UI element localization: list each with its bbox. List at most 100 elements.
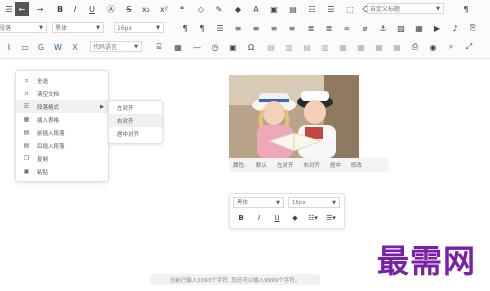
video-icon[interactable]: ▶	[431, 22, 443, 34]
eraser-icon[interactable]: ◇	[195, 3, 207, 15]
children-reading-photo	[229, 75, 359, 158]
print-icon[interactable]: ⎙	[409, 41, 421, 53]
horizontal-rule-icon[interactable]: —	[191, 41, 203, 53]
italic-icon[interactable]: I	[254, 212, 264, 223]
date-icon[interactable]: ▣	[227, 41, 239, 53]
directionality-rtl-icon[interactable]: ¶	[196, 22, 208, 34]
justify-full-icon[interactable]: ≡	[286, 22, 298, 34]
table-icon[interactable]: ▦	[172, 41, 184, 53]
word-icon[interactable]: W	[52, 41, 64, 53]
multi-image-icon[interactable]: ▦	[413, 22, 425, 34]
menu-item-clear-doc[interactable]: ▫ 清空文档	[16, 87, 108, 100]
code-icon[interactable]: ⌸	[153, 41, 165, 53]
text-color-icon[interactable]: A	[250, 3, 262, 15]
floating-font-select[interactable]: 黑体 ▼	[233, 197, 284, 208]
image-attr-default[interactable]: 默认	[256, 161, 267, 169]
font-family-select[interactable]: 黑体 ▼	[52, 22, 104, 33]
attachment-icon[interactable]: ⎘	[467, 22, 479, 34]
auto-type-icon[interactable]: ▤	[287, 3, 299, 15]
underline-icon[interactable]: U	[86, 3, 98, 15]
menu-item-insert-after[interactable]: ▤ 后插入段落	[16, 139, 108, 152]
uppercase-icon[interactable]: ≣	[323, 22, 335, 34]
lowercase-icon[interactable]: ≣	[305, 22, 317, 34]
delete-col-icon[interactable]: ▥	[319, 41, 331, 53]
submenu-item-align-center[interactable]: 居中对齐	[109, 127, 162, 140]
submenu-item-align-right[interactable]: 右对齐	[109, 114, 162, 127]
merge-cells-icon[interactable]: ▦	[337, 41, 349, 53]
insert-row-icon[interactable]: ▤	[265, 41, 277, 53]
paint-icon[interactable]: ◆	[290, 212, 300, 223]
preview-icon[interactable]: ◉	[427, 41, 439, 53]
paint-icon[interactable]: ◆	[232, 3, 244, 15]
ordered-list-icon[interactable]: ☷	[306, 3, 318, 15]
format-match-icon[interactable]: ✎	[213, 3, 225, 15]
submenu-item-align-left[interactable]: 左对齐	[109, 101, 162, 114]
subscript-icon[interactable]: x₂	[140, 3, 152, 15]
redo-icon[interactable]: →	[34, 3, 46, 15]
insert-col-icon[interactable]: ▥	[283, 41, 295, 53]
ordered-list-icon[interactable]: ☷▾	[306, 212, 320, 223]
menu-item-insert-table[interactable]: ▦ 插入表格	[16, 113, 108, 126]
image-icon[interactable]: ▨	[395, 22, 407, 34]
image-attr-left[interactable]: 左对齐	[277, 161, 294, 169]
menu-item-copy[interactable]: ❐ 复制	[16, 152, 108, 165]
excel-x-icon[interactable]: X	[69, 41, 81, 53]
justify-center-icon[interactable]: ≡	[250, 22, 262, 34]
anchor-icon[interactable]: ⚓	[377, 22, 389, 34]
clear-doc-icon: ▫	[24, 90, 29, 97]
quote-icon[interactable]: ❝	[176, 3, 188, 15]
superscript-icon[interactable]: x²	[158, 3, 170, 15]
paragraph-icon[interactable]: ¶	[460, 3, 472, 15]
justify-left-icon[interactable]: ≡	[232, 22, 244, 34]
custom-title-select[interactable]: 自定义标题 ▼	[367, 3, 444, 14]
menu-item-paragraph-format[interactable]: ☰ 段落格式 ▶	[16, 100, 108, 113]
image-attr-center[interactable]: 居中	[330, 161, 341, 169]
char-icon[interactable]: Ω	[245, 41, 257, 53]
excel-icon[interactable]: G	[35, 41, 47, 53]
split-rows-icon[interactable]: ▦	[373, 41, 385, 53]
watermark-logo: 最需网	[377, 242, 477, 280]
italic-icon[interactable]: I	[69, 3, 81, 15]
image-attr-edit[interactable]: 修改	[351, 161, 362, 169]
menu-item-select-all[interactable]: ▫ 全选	[16, 74, 108, 87]
menu-item-insert-before[interactable]: ▤ 前插入段落	[16, 126, 108, 139]
underline-icon[interactable]: U	[272, 212, 282, 223]
strikethrough-icon[interactable]: S	[123, 3, 135, 15]
source-icon[interactable]: ☰	[3, 3, 15, 15]
bg-color-icon[interactable]: ▣	[268, 3, 280, 15]
floating-size-select[interactable]: 16px ▼	[288, 197, 340, 208]
unordered-list-icon[interactable]: ☰▾	[324, 212, 338, 223]
justify-right-icon[interactable]: ≡	[268, 22, 280, 34]
select-all-icon: ▫	[24, 77, 29, 84]
file-icon[interactable]: ▭	[19, 41, 31, 53]
unlink-icon[interactable]: ⌀	[359, 22, 371, 34]
link-icon[interactable]: ∞	[341, 22, 353, 34]
split-cells-icon[interactable]: ▦	[355, 41, 367, 53]
bold-icon[interactable]: B	[54, 3, 66, 15]
font-border-icon[interactable]: Ⓐ	[105, 3, 117, 15]
word-count-status: 当前已输入1093个字符, 您还可以输入9999个字符。	[150, 274, 320, 285]
split-cols-icon[interactable]: ▦	[391, 41, 403, 53]
fullscreen-icon[interactable]: ⤢	[463, 41, 475, 53]
code-language-select[interactable]: 代码语言 ▼	[90, 41, 142, 52]
undo-icon[interactable]: ←	[15, 2, 29, 16]
search-replace-icon[interactable]: ⌕	[445, 41, 457, 53]
menu-item-paste[interactable]: ▣ 粘贴	[16, 165, 108, 178]
unordered-list-icon[interactable]: ☰	[325, 3, 337, 15]
bold-icon[interactable]: B	[236, 212, 246, 223]
inserted-image[interactable]	[229, 75, 359, 158]
paperclip-icon[interactable]: ⌇	[3, 41, 15, 53]
image-attr-label: 属性:	[233, 163, 246, 169]
context-menu: ▫ 全选 ▫ 清空文档 ☰ 段落格式 ▶ ▦ 插入表格 ▤ 前插入段落 ▤ 后插…	[15, 70, 109, 182]
music-icon[interactable]: ♪	[449, 22, 461, 34]
image-attr-right[interactable]: 右对齐	[303, 161, 320, 169]
paragraph-select[interactable]: 段落 ▼	[0, 22, 47, 33]
copy-icon: ❐	[23, 155, 30, 162]
select-all-icon[interactable]: ⬚	[344, 3, 356, 15]
font-size-select[interactable]: 16px ▼	[114, 22, 164, 33]
delete-row-icon[interactable]: ▤	[301, 41, 313, 53]
directionality-ltr-icon[interactable]: ¶	[179, 22, 191, 34]
indent-icon[interactable]: ☰	[214, 22, 226, 34]
chevron-right-icon: ▶	[100, 103, 104, 110]
time-icon[interactable]: ◷	[209, 41, 221, 53]
